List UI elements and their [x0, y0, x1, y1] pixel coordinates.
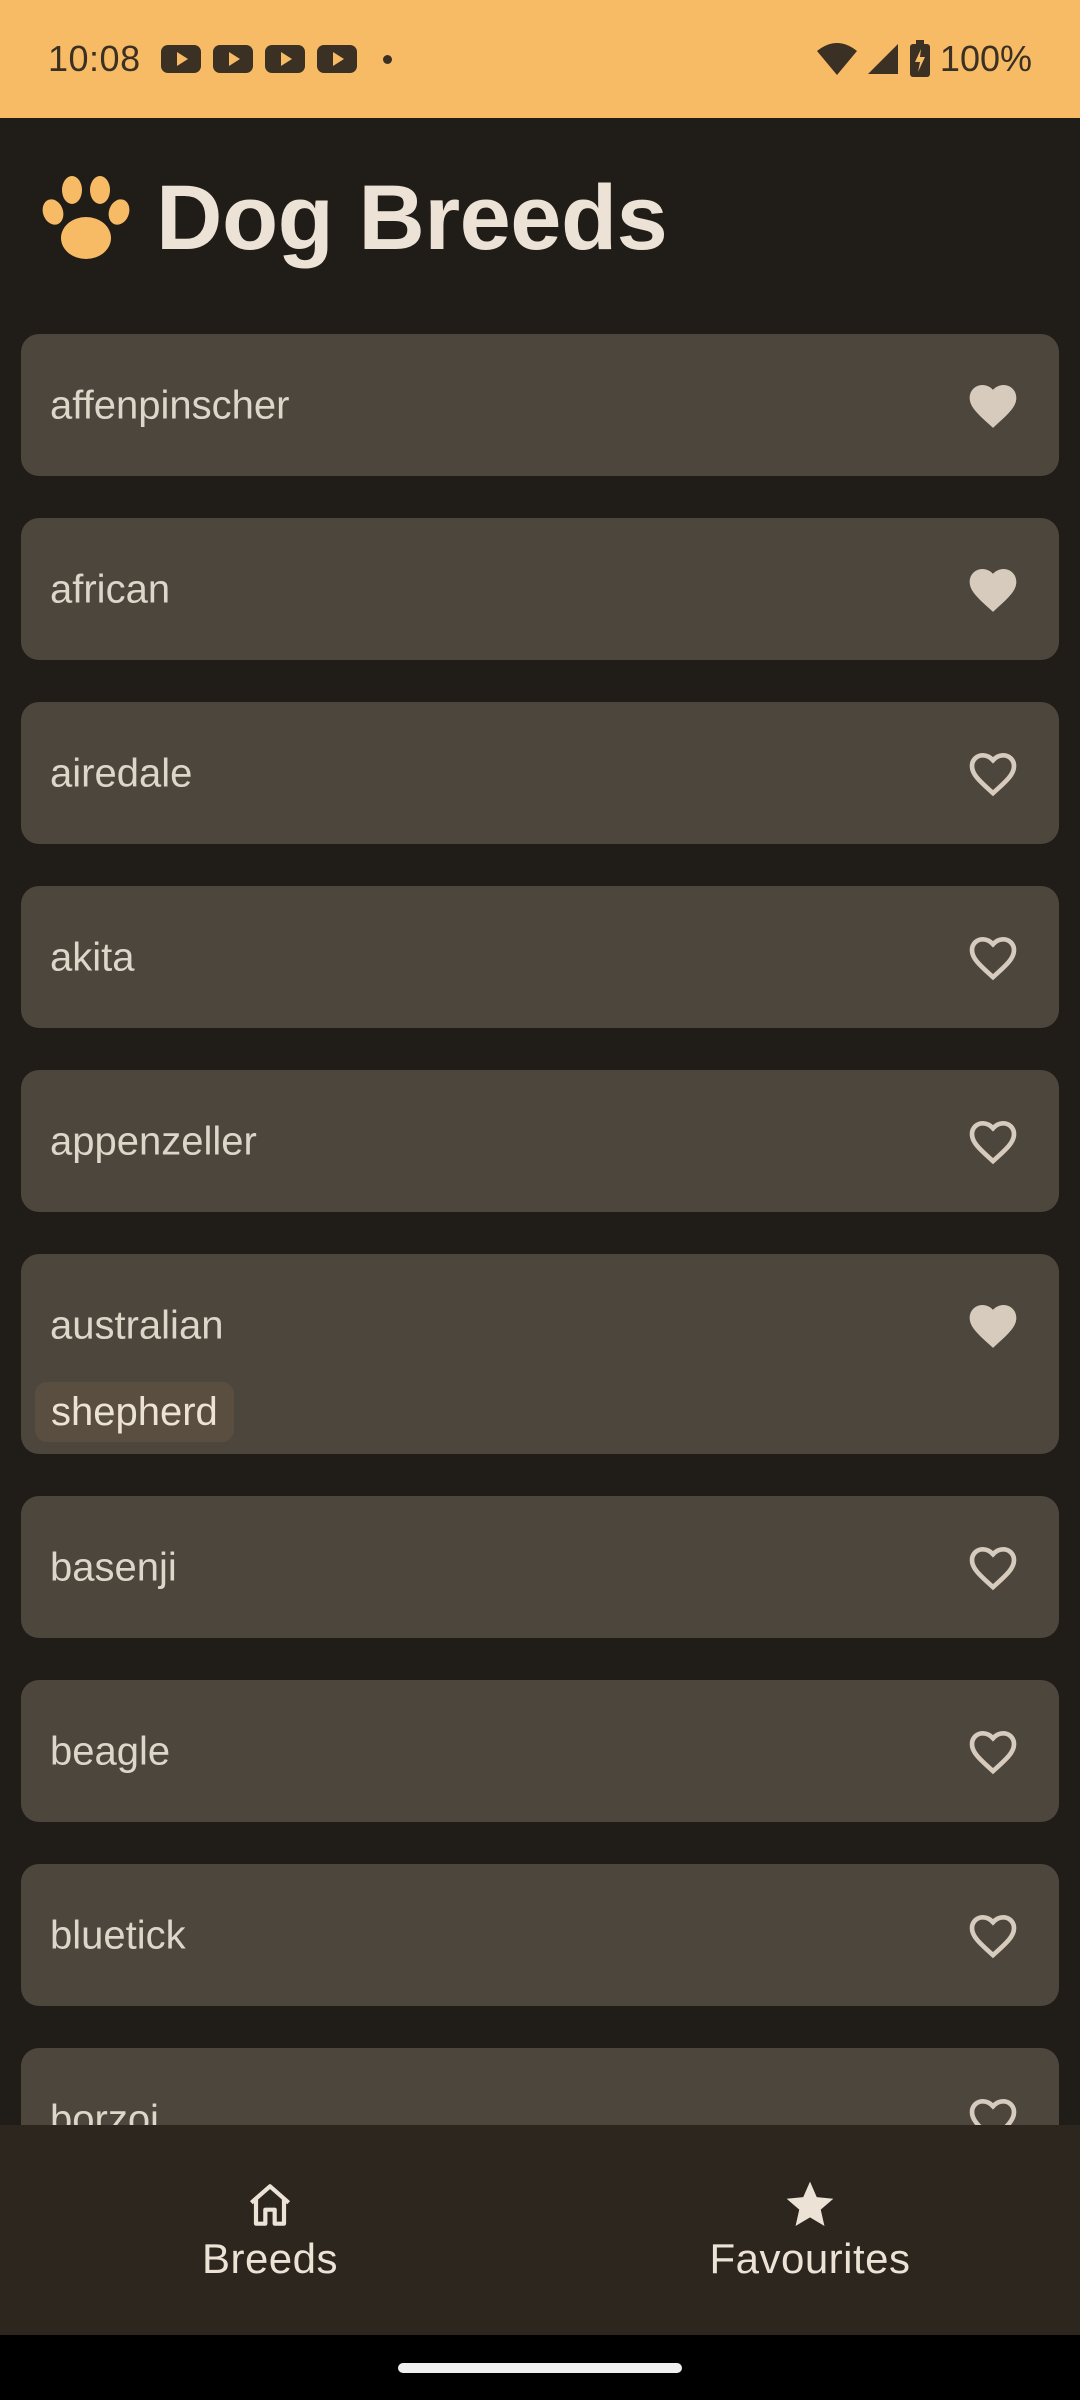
- youtube-icon: [160, 45, 201, 73]
- page-title: Dog Breeds: [156, 166, 668, 269]
- heart-filled-icon: [969, 1305, 1017, 1348]
- heart-filled-icon: [969, 569, 1017, 612]
- nav-label: Favourites: [709, 2235, 911, 2282]
- breed-name: akita: [50, 935, 135, 980]
- nav-label: Breeds: [201, 2235, 339, 2282]
- breed-name: basenji: [50, 1545, 177, 1590]
- breed-list[interactable]: affenpinscher african airedale akita app…: [0, 318, 1080, 2125]
- sub-breed-chip[interactable]: shepherd: [35, 1382, 234, 1442]
- status-bar: 10:08 100%: [0, 0, 1080, 118]
- breed-name: affenpinscher: [50, 383, 290, 428]
- status-time: 10:08: [48, 38, 141, 79]
- nav-item-breeds[interactable]: Breeds: [0, 2125, 540, 2335]
- favourite-button[interactable]: [965, 562, 1021, 618]
- breed-card-borzoi[interactable]: borzoi: [21, 2048, 1059, 2125]
- breed-card-basenji[interactable]: basenji: [21, 1496, 1059, 1638]
- battery-icon: [909, 40, 930, 77]
- heart-outline-icon: [969, 936, 1017, 981]
- heart-outline-icon: [969, 2098, 1017, 2125]
- breed-name: appenzeller: [50, 1119, 257, 1164]
- breed-card-african[interactable]: african: [21, 518, 1059, 660]
- youtube-icon: [212, 45, 253, 73]
- breed-card-affenpinscher[interactable]: affenpinscher: [21, 334, 1059, 476]
- breed-name: african: [50, 567, 171, 612]
- breed-name: borzoi: [50, 2097, 159, 2126]
- breed-card-beagle[interactable]: beagle: [21, 1680, 1059, 1822]
- breed-card-airedale[interactable]: airedale: [21, 702, 1059, 844]
- youtube-icon: [316, 45, 357, 73]
- heart-outline-icon: [969, 1546, 1017, 1591]
- breed-card-akita[interactable]: akita: [21, 886, 1059, 1028]
- heart-outline-icon: [969, 752, 1017, 797]
- bottom-nav: Breeds Favourites: [0, 2125, 1080, 2335]
- favourite-button[interactable]: [965, 1114, 1021, 1170]
- heart-outline-icon: [969, 1914, 1017, 1959]
- star-icon: [786, 2181, 834, 2226]
- heart-outline-icon: [969, 1730, 1017, 1775]
- favourite-button[interactable]: [965, 930, 1021, 986]
- notification-icons: [160, 45, 392, 73]
- battery-percent: 100%: [939, 38, 1032, 79]
- system-icons: 100%: [816, 38, 1032, 80]
- heart-filled-icon: [969, 385, 1017, 428]
- favourite-button[interactable]: [965, 1298, 1021, 1354]
- paw-icon: [42, 176, 130, 259]
- home-gesture-handle[interactable]: [398, 2363, 682, 2373]
- nav-item-favourites[interactable]: Favourites: [540, 2125, 1080, 2335]
- breed-name: australian: [50, 1303, 224, 1348]
- favourite-button[interactable]: [965, 1908, 1021, 1964]
- favourite-button[interactable]: [965, 1724, 1021, 1780]
- breed-name: beagle: [50, 1729, 171, 1774]
- dot-icon: [382, 54, 392, 64]
- wifi-icon: [816, 43, 857, 75]
- signal-icon: [867, 44, 898, 74]
- breed-card-australian[interactable]: australian shepherd: [21, 1254, 1059, 1454]
- gesture-bar: [0, 2335, 1080, 2400]
- app-header: Dog Breeds: [0, 118, 1080, 318]
- favourite-button[interactable]: [965, 1540, 1021, 1596]
- breed-name: bluetick: [50, 1913, 186, 1958]
- home-icon: [249, 2184, 291, 2226]
- breed-card-appenzeller[interactable]: appenzeller: [21, 1070, 1059, 1212]
- favourite-button[interactable]: [965, 746, 1021, 802]
- favourite-button[interactable]: [965, 378, 1021, 434]
- heart-outline-icon: [969, 1120, 1017, 1165]
- youtube-icon: [264, 45, 305, 73]
- breed-name: airedale: [50, 751, 193, 796]
- favourite-button[interactable]: [965, 2092, 1021, 2125]
- breed-card-bluetick[interactable]: bluetick: [21, 1864, 1059, 2006]
